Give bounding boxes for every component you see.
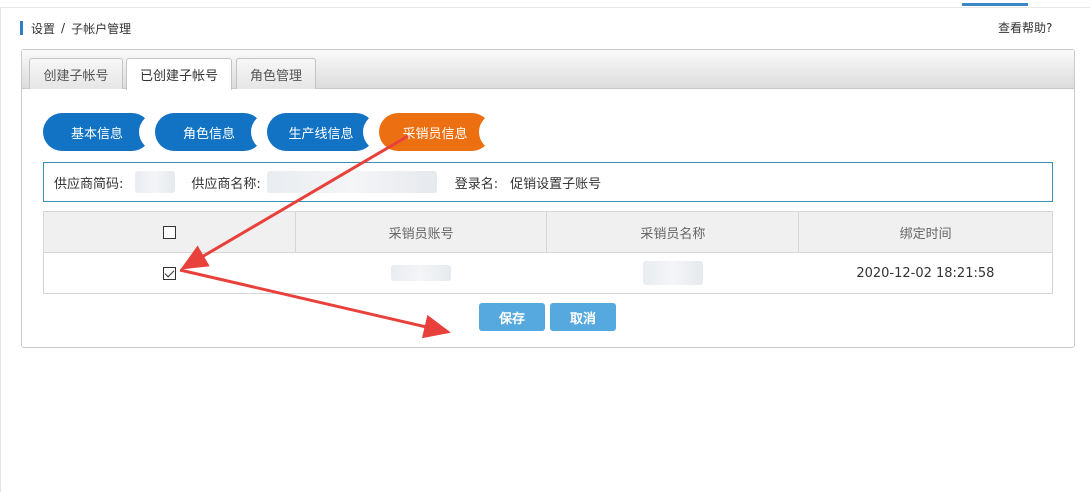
step-role-info[interactable]: 角色信息 — [155, 113, 271, 151]
table-header-row: 采销员账号 采销员名称 绑定时间 — [43, 211, 1053, 253]
supplier-name-label: 供应商名称: — [191, 176, 261, 192]
tab-strip: 创建子帐号 已创建子帐号 角色管理 — [22, 50, 1074, 90]
breadcrumb-parent[interactable]: 设置 — [31, 20, 55, 37]
tab-role-management[interactable]: 角色管理 — [236, 58, 316, 89]
help-link[interactable]: 查看帮助? — [998, 19, 1052, 36]
left-divider — [0, 8, 1, 492]
save-button[interactable]: 保存 — [479, 303, 545, 331]
purchaser-table: 采销员账号 采销员名称 绑定时间 2020-12-02 18:21:58 — [43, 211, 1053, 294]
column-purchaser-account: 采销员账号 — [294, 211, 548, 253]
purchaser-account-redacted — [391, 265, 452, 281]
purchaser-account-cell — [295, 252, 547, 294]
cancel-button[interactable]: 取消 — [550, 303, 616, 331]
bind-time-cell: 2020-12-02 18:21:58 — [798, 252, 1053, 294]
purchaser-name-cell — [546, 252, 799, 294]
step-notch — [479, 113, 499, 151]
supplier-name-value-redacted — [266, 171, 437, 193]
step-role-info-label: 角色信息 — [182, 126, 235, 142]
supplier-code-label: 供应商简码: — [54, 176, 124, 192]
top-border — [0, 0, 1090, 8]
sub-account-panel: 创建子帐号 已创建子帐号 角色管理 基本信息 角色信息 生产线信息 采销员信息 … — [21, 49, 1075, 348]
step-production-line-info-label: 生产线信息 — [288, 126, 354, 142]
breadcrumb-marker — [20, 21, 23, 35]
step-purchaser-info-label: 采销员信息 — [402, 126, 468, 142]
login-name-value: 促销设置子账号 — [510, 176, 602, 192]
login-name-label: 登录名: — [454, 176, 499, 192]
account-info-box: 供应商简码: 供应商名称: 登录名: 促销设置子账号 — [43, 162, 1053, 202]
tab-create-sub-account[interactable]: 创建子帐号 — [29, 58, 123, 89]
column-bind-time: 绑定时间 — [798, 211, 1053, 253]
select-all-cell — [43, 211, 296, 253]
step-basic-info[interactable]: 基本信息 — [43, 113, 159, 151]
table-row: 2020-12-02 18:21:58 — [43, 252, 1053, 294]
step-purchaser-info[interactable]: 采销员信息 — [379, 113, 499, 151]
step-production-line-info[interactable]: 生产线信息 — [267, 113, 383, 151]
row-checkbox[interactable] — [163, 266, 177, 280]
column-purchaser-name: 采销员名称 — [546, 211, 800, 253]
supplier-code-value-redacted — [135, 171, 176, 193]
tab-created-sub-accounts[interactable]: 已创建子帐号 — [126, 58, 232, 90]
row-select-cell — [43, 252, 296, 294]
step-navigation: 基本信息 角色信息 生产线信息 采销员信息 — [43, 113, 503, 151]
step-basic-info-label: 基本信息 — [70, 126, 123, 142]
select-all-checkbox[interactable] — [162, 225, 176, 239]
breadcrumb-current: 子帐户管理 — [71, 21, 132, 36]
breadcrumb: 设置 / 子帐户管理 — [20, 18, 131, 38]
purchaser-name-redacted — [642, 261, 703, 285]
top-accent-bar — [962, 3, 1028, 6]
breadcrumb-separator: / — [61, 21, 66, 35]
